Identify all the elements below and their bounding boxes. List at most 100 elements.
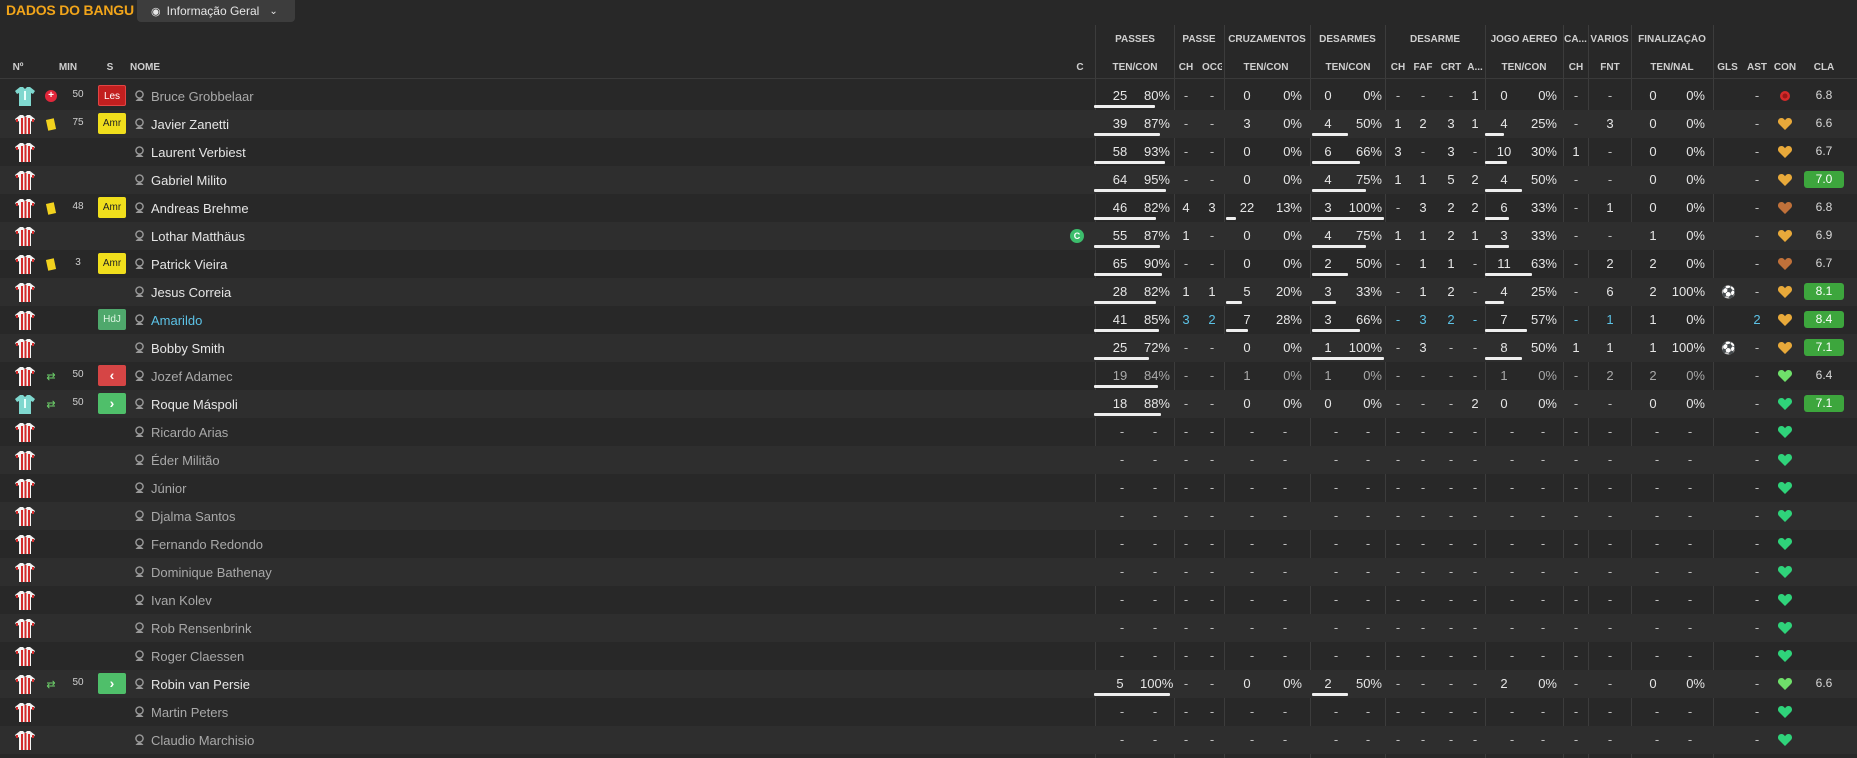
column-header[interactable]: S (100, 62, 120, 73)
player-name[interactable]: Claudio Marchisio (151, 733, 254, 748)
empty-stat: - (1152, 704, 1158, 719)
player-name[interactable]: Fernando Redondo (151, 537, 263, 552)
empty-stat: - (1420, 592, 1426, 607)
table-row[interactable]: Ricardo Arias - - - - - - - - - - - - - - - - - - - (0, 418, 1857, 446)
column-header[interactable]: A... (1466, 62, 1484, 73)
table-row[interactable]: Ivan Kolev - - - - - - - - - - - - - - - - - - - (0, 586, 1857, 614)
empty-stat: - (1282, 592, 1288, 607)
column-header[interactable]: TEN/CON (1096, 62, 1174, 73)
table-row[interactable]: +50 Les Bruce Grobbelaar 25 80% - -0 0% 0 0% - - -1 0… (0, 82, 1857, 110)
stat-cell: 3 (1419, 312, 1427, 327)
stat-cell: 1 (1471, 88, 1479, 103)
table-row[interactable]: 75 Amr Javier Zanetti 39 87% - -3 0% 4 50% 1 2 3 1 4 25… (0, 110, 1857, 138)
player-name[interactable]: Javier Zanetti (151, 117, 229, 132)
empty-stat: - (1654, 592, 1660, 607)
table-row[interactable]: Fernando Redondo - - - - - - - - - - - - - - - - - - - (0, 530, 1857, 558)
column-header[interactable]: Nº (4, 62, 32, 73)
table-row[interactable]: Rob Rensenbrink - - - - - - - - - - - - - - - - - - - (0, 614, 1857, 642)
player-name[interactable]: Dominique Bathenay (151, 565, 272, 580)
table-row[interactable]: Djalma Santos - - - - - - - - - - - - - - - - - - - (0, 502, 1857, 530)
table-row[interactable]: Jesus Correia 28 82% 1 1 5 20% 3 33% -1 2-4 25% -6 2 1… (0, 278, 1857, 306)
player-name[interactable]: Ricardo Arias (151, 425, 228, 440)
column-header[interactable]: TEN/NAL (1633, 62, 1711, 73)
condition-heart-icon (1777, 368, 1793, 384)
column-header[interactable]: CH (1176, 62, 1196, 73)
player-name[interactable]: Ivan Kolev (151, 593, 212, 608)
player-picture-icon (134, 118, 145, 129)
column-header[interactable]: C (1070, 62, 1090, 73)
column-header[interactable]: TEN/CON (1312, 62, 1384, 73)
stat-cell: - (1209, 116, 1215, 131)
column-header[interactable]: CLA (1804, 62, 1844, 73)
stat-cell: 50% (1530, 172, 1557, 187)
empty-stat: - (1152, 564, 1158, 579)
player-name[interactable]: Robin van Persie (151, 677, 250, 692)
table-row[interactable]: ⇄ 50 ‹ Jozef Adamec 19 84% - -1 0% 1 0% - - - -1 0% -2 2 0… (0, 362, 1857, 390)
empty-stat: - (1573, 732, 1579, 747)
column-header[interactable]: NOME (130, 62, 190, 73)
table-row[interactable]: Éder Militão - - - - - - - - - - - - - - - - - - - (0, 446, 1857, 474)
stat-cell: - (1472, 340, 1478, 355)
table-row[interactable]: Roger Claessen - - - - - - - - - - - - - - - - - - - (0, 642, 1857, 670)
column-header[interactable]: FNT (1590, 62, 1630, 73)
column-header[interactable]: AST (1744, 62, 1770, 73)
player-name[interactable]: Roger Claessen (151, 649, 244, 664)
table-row[interactable]: 3 Amr Patrick Vieira 65 90% - -0 0% 2 50% -1 1-11 63… (0, 250, 1857, 278)
table-row[interactable]: HdJ Amarildo 41 85% 3 2 7 28% 3 66% -3 2-7 57% -1 1 0% 2… (0, 306, 1857, 334)
player-name[interactable]: Amarildo (151, 313, 202, 328)
column-header[interactable]: FAF (1410, 62, 1436, 73)
player-name[interactable]: Bobby Smith (151, 341, 225, 356)
player-name[interactable]: Roque Máspoli (151, 397, 238, 412)
table-row[interactable]: Claudio Marchisio - - - - - - - - - - - - - - - - - - - (0, 726, 1857, 754)
table-row[interactable]: ⇄ 50 › Roque Máspoli 18 88% - -0 0% 0 0% - - -2 0 0% - -0… (0, 390, 1857, 418)
stat-cell: 2 (1471, 172, 1479, 187)
empty-stat: - (1654, 480, 1660, 495)
table-row[interactable]: Júnior - - - - - - - - - - - - - - - - - - - (0, 474, 1857, 502)
column-header[interactable]: CH (1565, 62, 1587, 73)
player-name[interactable]: Júnior (151, 481, 186, 496)
player-name[interactable]: Patrick Vieira (151, 257, 227, 272)
column-header[interactable]: CON (1772, 62, 1798, 73)
empty-stat: - (1333, 648, 1339, 663)
column-header[interactable]: TEN/CON (1226, 62, 1306, 73)
column-header[interactable]: CRT (1438, 62, 1464, 73)
player-name[interactable]: Gabriel Milito (151, 173, 227, 188)
empty-stat: - (1395, 480, 1401, 495)
stat-cell: 41 (1112, 312, 1128, 327)
player-name[interactable]: Martin Peters (151, 705, 228, 720)
column-header[interactable]: GLS (1715, 62, 1740, 73)
stat-cell: 82% (1143, 200, 1170, 215)
column-header[interactable]: CH (1388, 62, 1408, 73)
table-row[interactable]: ⇄ 50 › Robin van Persie 5 100% - -0 0% 2 50% - - - -2 0… (0, 670, 1857, 698)
column-header[interactable]: TEN/CON (1487, 62, 1561, 73)
minutes: 50 (72, 89, 84, 100)
player-name[interactable]: Éder Militão (151, 453, 220, 468)
stat-cell: 0% (1686, 144, 1705, 159)
table-row[interactable]: Laurent Verbiest 58 93% - -0 0% 6 66% 3-3-10 30% 1… (0, 138, 1857, 166)
table-row[interactable]: Lothar Matthäus C 55 87% 1 - 0 0% 4 75% 1 1 2 1 3 33% - -… (0, 222, 1857, 250)
match-rating: 6.7 (1815, 144, 1833, 158)
player-name[interactable]: Djalma Santos (151, 509, 236, 524)
table-row[interactable]: Dominique Bathenay - - - - - - - - - - - - - - - - - - - (0, 558, 1857, 586)
empty-stat: - (1448, 648, 1454, 663)
column-header[interactable]: MIN (52, 62, 84, 73)
stat-cell: 20% (1275, 284, 1302, 299)
player-name[interactable]: Laurent Verbiest (151, 145, 246, 160)
player-name[interactable]: Bruce Grobbelaar (151, 89, 254, 104)
player-name[interactable]: Jozef Adamec (151, 369, 233, 384)
player-name[interactable]: Jesus Correia (151, 285, 231, 300)
table-row[interactable]: 48 Amr Andreas Brehme 46 82% 4 3 22 13% 3 100% -3 2 2… (0, 194, 1857, 222)
table-row[interactable]: Bobby Smith 25 72% - -0 0% 1 100% -3- -8 50% 1 1 1 100… (0, 334, 1857, 362)
stat-cell: 0% (1686, 312, 1705, 327)
empty-stat: - (1420, 508, 1426, 523)
empty-stat: - (1607, 732, 1613, 747)
column-header[interactable]: OCG (1202, 62, 1222, 73)
table-row[interactable]: Gabriel Milito 64 95% - -0 0% 4 75% 1 1 5 2 4 50% - -0 0… (0, 166, 1857, 194)
table-row[interactable]: Martin Peters - - - - - - - - - - - - - - - - - - - (0, 698, 1857, 726)
empty-stat: - (1249, 620, 1255, 635)
stat-cell: 3 (1243, 116, 1251, 131)
view-selector[interactable]: ◉ Informação Geral ⌄ (137, 0, 295, 22)
player-name[interactable]: Lothar Matthäus (151, 229, 245, 244)
player-name[interactable]: Rob Rensenbrink (151, 621, 251, 636)
player-name[interactable]: Andreas Brehme (151, 201, 249, 216)
